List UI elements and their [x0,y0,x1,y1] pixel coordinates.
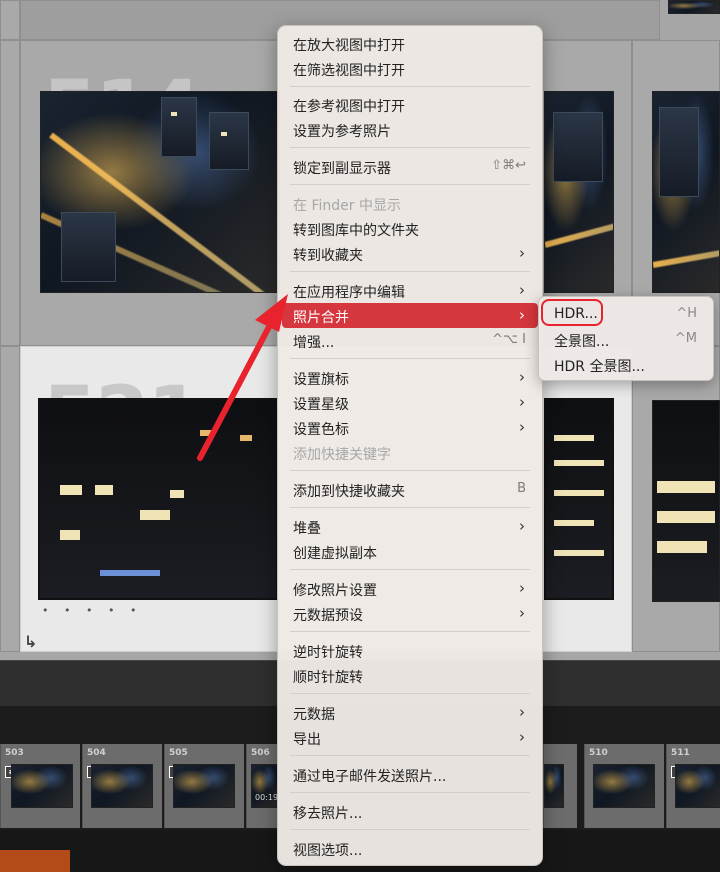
menu-item-rotate-right[interactable]: 顺时针旋转 [282,663,538,688]
menu-item-open-in-loupe[interactable]: 在放大视图中打开 [282,31,538,56]
menu-separator [290,358,530,359]
menu-item-export[interactable]: 导出 › [282,725,538,750]
chevron-right-icon: › [519,703,525,721]
filmstrip-thumbnail[interactable] [91,764,153,808]
filmstrip-cell-number: 506 [251,748,270,758]
menu-item-edit-in-app[interactable]: 在应用程序中编辑 › [282,278,538,303]
photo-thumbnail[interactable] [544,398,614,600]
menu-item-go-to-folder[interactable]: 转到图库中的文件夹 [282,216,538,241]
menu-separator [290,271,530,272]
menu-item-metadata[interactable]: 元数据 › [282,700,538,725]
menu-item-develop-settings[interactable]: 修改照片设置 › [282,576,538,601]
chevron-right-icon: › [519,418,525,436]
photo-thumbnail[interactable] [38,398,278,600]
menu-separator [290,792,530,793]
filmstrip-cell[interactable]: 510 [584,744,664,828]
chevron-right-icon: › [519,306,525,324]
menu-separator [290,507,530,508]
filmstrip-cell[interactable]: 504 ⇄ [82,744,162,828]
video-duration: 00:19 [255,793,279,802]
menu-item-set-color-label[interactable]: 设置色标 › [282,415,538,440]
accent-strip [0,850,70,872]
filmstrip-cell[interactable]: 505 ⇄ [164,744,244,828]
filmstrip-thumbnail[interactable] [593,764,655,808]
menu-item-enhance[interactable]: 增强... ^⌥ I [282,328,538,353]
menu-separator [290,86,530,87]
context-menu: 在放大视图中打开 在筛选视图中打开 在参考视图中打开 设置为参考照片 锁定到副显… [277,25,543,866]
rating-dots[interactable]: • • • • • [42,604,142,617]
filmstrip-cell[interactable]: 506 00:19 [246,744,279,828]
grid-cell-partial[interactable] [0,346,20,652]
menu-item-lock-to-secondary[interactable]: 锁定到副显示器 ⇧⌘↩ [282,154,538,179]
photo-thumbnail[interactable] [40,91,280,293]
filmstrip-cell-number: 511 [671,748,690,758]
menu-item-show-in-finder: 在 Finder 中显示 [293,198,401,214]
photo-thumbnail[interactable] [652,91,720,293]
photo-thumbnail[interactable] [668,0,720,14]
filmstrip-thumbnail[interactable]: 00:19 [251,764,279,808]
photo-thumbnail[interactable] [652,400,720,602]
chevron-right-icon: › [519,517,525,535]
filmstrip-cell-number: 504 [87,748,106,758]
menu-item-remove-photo[interactable]: 移去照片... [282,799,538,824]
chevron-right-icon: › [519,281,525,299]
filmstrip-thumbnail[interactable] [544,764,564,808]
filmstrip-thumbnail[interactable] [675,764,720,808]
menu-item-email-photo[interactable]: 通过电子邮件发送照片... [282,762,538,787]
menu-item-go-to-collection[interactable]: 转到收藏夹 › [282,241,538,266]
menu-separator [290,147,530,148]
filmstrip-cell[interactable]: 503 ⇄ [0,744,80,828]
grid-cell-partial[interactable] [0,40,20,346]
menu-item-view-options[interactable]: 视图选项... [282,836,538,861]
return-arrow-icon[interactable]: ↳ [24,632,37,651]
menu-separator [290,569,530,570]
menu-item-stacking[interactable]: 堆叠 › [282,514,538,539]
chevron-right-icon: › [519,579,525,597]
menu-item-set-rating[interactable]: 设置星级 › [282,390,538,415]
submenu-item-panorama[interactable]: 全景图... ^M [543,327,709,352]
filmstrip-cell[interactable]: 511 ⇄ [666,744,720,828]
submenu-item-hdr-panorama[interactable]: HDR 全景图... [543,352,709,377]
menu-item-add-shortcut-keyword: 添加快捷关键字 [293,447,391,463]
menu-separator [290,829,530,830]
menu-separator [290,755,530,756]
menu-item-set-as-reference[interactable]: 设置为参考照片 [282,117,538,142]
chevron-right-icon: › [519,604,525,622]
annotation-highlight-circle [541,299,603,326]
menu-separator [290,470,530,471]
menu-separator [290,184,530,185]
chevron-right-icon: › [519,368,525,386]
menu-separator [290,693,530,694]
filmstrip-cell[interactable] [543,744,577,828]
chevron-right-icon: › [519,244,525,262]
menu-item-open-in-survey[interactable]: 在筛选视图中打开 [282,56,538,81]
menu-item-metadata-presets[interactable]: 元数据预设 › [282,601,538,626]
chevron-right-icon: › [519,393,525,411]
filmstrip-thumbnail[interactable] [11,764,73,808]
chevron-right-icon: › [519,728,525,746]
filmstrip-cell-number: 505 [169,748,188,758]
filmstrip-thumbnail[interactable] [173,764,235,808]
grid-cell-partial[interactable] [0,0,20,40]
menu-item-photo-merge[interactable]: 照片合并 › [282,303,538,328]
filmstrip-cell-number: 510 [589,748,608,758]
menu-separator [290,631,530,632]
menu-item-add-to-quick-collection[interactable]: 添加到快捷收藏夹 B [282,477,538,502]
filmstrip-cell-number: 503 [5,748,24,758]
menu-item-create-virtual-copy[interactable]: 创建虚拟副本 [282,539,538,564]
menu-item-set-flag[interactable]: 设置旗标 › [282,365,538,390]
photo-thumbnail[interactable] [544,91,614,293]
menu-item-open-in-reference[interactable]: 在参考视图中打开 [282,92,538,117]
menu-item-rotate-left[interactable]: 逆时针旋转 [282,638,538,663]
